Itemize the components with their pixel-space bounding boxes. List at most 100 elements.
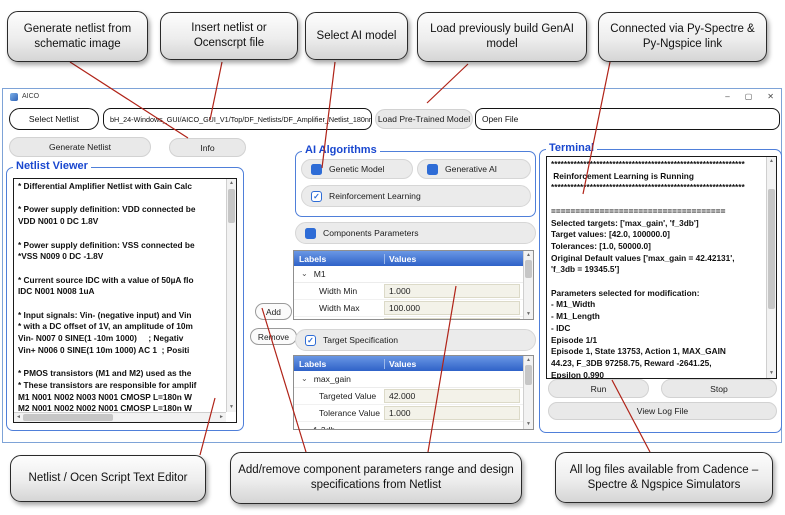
labels-column-header: Labels	[294, 359, 384, 369]
components-parameters-button[interactable]: Components Parameters	[295, 222, 536, 244]
netlist-horizontal-scrollbar[interactable]: ◄ ►	[14, 412, 226, 422]
scroll-down-icon[interactable]: ▼	[524, 422, 533, 427]
genetic-model-option[interactable]: Genetic Model	[301, 159, 413, 179]
netlist-text[interactable]: * Differential Amplifier Netlist with Ga…	[14, 179, 226, 417]
row-label: Targeted Value	[294, 391, 384, 401]
info-button[interactable]: Info	[169, 138, 246, 157]
maximize-icon[interactable]: ▢	[745, 93, 753, 101]
scroll-up-icon[interactable]: ▲	[524, 253, 533, 258]
callout-text: Insert netlist or Ocenscrpt file	[168, 21, 290, 51]
scroll-down-icon[interactable]: ▼	[227, 405, 236, 410]
table-header: Labels Values	[294, 356, 533, 371]
table-group-row[interactable]: ⌄ f_3db	[294, 422, 533, 430]
table-row: Length Min 180.000	[294, 317, 533, 320]
window-title: AICO	[22, 93, 39, 100]
netlist-viewer-group: Netlist Viewer * Differential Amplifier …	[6, 167, 244, 431]
scroll-down-icon[interactable]: ▼	[524, 312, 533, 317]
scrollbar-thumb[interactable]	[228, 189, 235, 223]
checked-box-icon[interactable]: ✓	[305, 335, 316, 346]
aico-window: AICO – ▢ ✕ Select Netlist bH_24-Windows_…	[2, 88, 782, 443]
value-cell[interactable]: 1.000	[384, 284, 520, 298]
scrollbar-thumb[interactable]	[23, 414, 113, 421]
genetic-model-label: Genetic Model	[329, 164, 384, 174]
select-netlist-button[interactable]: Select Netlist	[9, 108, 99, 130]
unchecked-box-icon[interactable]	[427, 164, 438, 175]
callout-connected-links: Connected via Py-Spectre & Py-Ngspice li…	[598, 12, 767, 62]
reinforcement-learning-label: Reinforcement Learning	[329, 191, 421, 201]
callout-insert-netlist: Insert netlist or Ocenscrpt file	[160, 12, 298, 60]
minimize-icon[interactable]: –	[725, 93, 729, 101]
table-vertical-scrollbar[interactable]: ▲ ▼	[523, 251, 533, 319]
callout-load-genai-model: Load previously build GenAI model	[417, 12, 587, 62]
scroll-up-icon[interactable]: ▲	[767, 159, 776, 164]
titlebar: AICO – ▢ ✕	[3, 89, 781, 104]
table-row: Targeted Value 42.000	[294, 388, 533, 405]
stop-button[interactable]: Stop	[661, 379, 777, 398]
table-group-row[interactable]: ⌄ M1	[294, 266, 533, 283]
run-button[interactable]: Run	[548, 379, 649, 398]
checked-box-icon[interactable]: ✓	[311, 191, 322, 202]
scroll-left-icon[interactable]: ◄	[16, 415, 21, 420]
table-row: Width Min 1.000	[294, 283, 533, 300]
chevron-down-icon[interactable]: ⌄	[301, 426, 308, 430]
value-cell[interactable]: 1.000	[384, 406, 520, 420]
scrollbar-thumb[interactable]	[525, 260, 532, 278]
row-label: Width Max	[294, 303, 384, 313]
ai-algorithms-group: AI Algorithms Genetic Model Generative A…	[295, 151, 536, 217]
generative-ai-label: Generative AI	[445, 164, 497, 174]
group-label: max_gain	[314, 374, 351, 384]
value-cell[interactable]: 42.000	[384, 389, 520, 403]
scroll-up-icon[interactable]: ▲	[524, 358, 533, 363]
annotated-screenshot: AICO – ▢ ✕ Select Netlist bH_24-Windows_…	[0, 0, 785, 515]
table-vertical-scrollbar[interactable]: ▲ ▼	[523, 356, 533, 429]
netlist-vertical-scrollbar[interactable]: ▲ ▼	[226, 179, 236, 412]
group-label: f_3db	[314, 425, 336, 430]
terminal-group: Terminal *******************************…	[539, 149, 782, 433]
chevron-down-icon[interactable]: ⌄	[301, 375, 308, 383]
callout-generate-netlist: Generate netlist from schematic image	[7, 11, 148, 62]
generative-ai-option[interactable]: Generative AI	[417, 159, 531, 179]
scroll-right-icon[interactable]: ►	[219, 415, 224, 420]
scrollbar-thumb[interactable]	[525, 365, 532, 385]
app-logo-icon	[10, 93, 18, 101]
callout-text: Load previously build GenAI model	[425, 22, 579, 52]
netlist-path-input[interactable]: bH_24-Windows_GUI/AICO_GUI_V1/Top/DF_Net…	[103, 108, 372, 130]
callout-text: Add/remove component parameters range an…	[238, 463, 514, 493]
value-cell[interactable]: 180.000	[384, 318, 520, 320]
chevron-down-icon[interactable]: ⌄	[301, 270, 308, 278]
generate-netlist-button[interactable]: Generate Netlist	[9, 137, 151, 157]
scroll-down-icon[interactable]: ▼	[767, 371, 776, 376]
ai-algorithms-title: AI Algorithms	[302, 144, 380, 156]
reinforcement-learning-option[interactable]: ✓ Reinforcement Learning	[301, 185, 531, 207]
unchecked-box-icon[interactable]	[311, 164, 322, 175]
open-file-input[interactable]: Open File	[475, 108, 780, 130]
callout-text: Netlist / Ocen Script Text Editor	[29, 471, 188, 486]
target-specification-button[interactable]: ✓ Target Specification	[295, 329, 536, 351]
group-label: M1	[314, 269, 326, 279]
callout-log-files: All log files available from Cadence –Sp…	[555, 452, 773, 503]
scrollbar-thumb[interactable]	[768, 189, 775, 309]
table-group-row[interactable]: ⌄ max_gain	[294, 371, 533, 388]
terminal-vertical-scrollbar[interactable]: ▲ ▼	[766, 157, 776, 378]
components-parameters-label: Components Parameters	[323, 228, 419, 238]
callout-text-editor: Netlist / Ocen Script Text Editor	[10, 455, 206, 502]
view-log-file-button[interactable]: View Log File	[548, 402, 777, 420]
values-column-header: Values	[384, 359, 533, 369]
load-pretrained-model-button[interactable]: Load Pre-Trained Model	[375, 109, 473, 129]
add-button[interactable]: Add	[255, 303, 292, 320]
netlist-editor: * Differential Amplifier Netlist with Ga…	[13, 178, 237, 423]
terminal-output: ****************************************…	[546, 156, 777, 379]
callout-text: All log files available from Cadence –Sp…	[563, 463, 765, 493]
callout-text: Connected via Py-Spectre & Py-Ngspice li…	[606, 22, 759, 52]
target-specification-table: Labels Values ⌄ max_gain Targeted Value …	[293, 355, 534, 430]
scroll-up-icon[interactable]: ▲	[227, 181, 236, 186]
close-icon[interactable]: ✕	[767, 93, 774, 101]
remove-button[interactable]: Remove	[250, 328, 297, 345]
callout-text: Select AI model	[317, 29, 397, 44]
table-header: Labels Values	[294, 251, 533, 266]
value-cell[interactable]: 100.000	[384, 301, 520, 315]
unchecked-box-icon[interactable]	[305, 228, 316, 239]
window-controls: – ▢ ✕	[725, 93, 774, 101]
callout-add-remove-parameters: Add/remove component parameters range an…	[230, 452, 522, 504]
labels-column-header: Labels	[294, 254, 384, 264]
